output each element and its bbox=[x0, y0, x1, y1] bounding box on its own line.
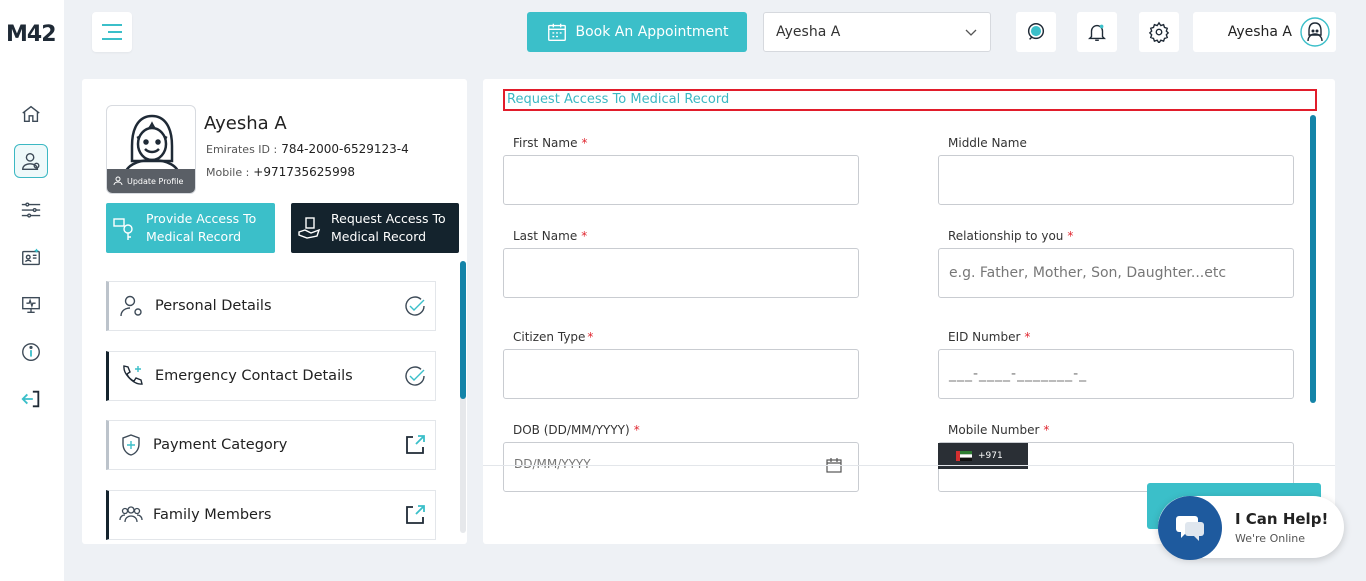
middle-name-label: Middle Name bbox=[948, 136, 1027, 150]
emirates-id-row: Emirates ID :784-2000-6529123-4 bbox=[206, 142, 409, 156]
menu-label: Personal Details bbox=[155, 298, 272, 314]
menu-personal-details[interactable]: Personal Details bbox=[106, 281, 436, 331]
chat-button[interactable] bbox=[1016, 12, 1056, 52]
chevron-down-icon bbox=[965, 29, 977, 36]
menu-family-members[interactable]: Family Members bbox=[106, 490, 436, 540]
family-icon bbox=[119, 506, 143, 523]
external-link-icon bbox=[406, 505, 425, 524]
chat-title: I Can Help! bbox=[1235, 510, 1329, 528]
menu-label: Family Members bbox=[153, 507, 272, 523]
chat-status: We're Online bbox=[1235, 532, 1306, 545]
form-title: Request Access To Medical Record bbox=[503, 89, 1317, 111]
first-name-label: First Name * bbox=[513, 136, 588, 150]
emirates-id-value: 784-2000-6529123-4 bbox=[281, 142, 409, 156]
middle-name-input[interactable] bbox=[938, 155, 1294, 205]
country-code: +971 bbox=[978, 451, 1003, 461]
update-profile-label: Update Profile bbox=[127, 176, 184, 186]
mobile-row: Mobile : +971735625998 bbox=[206, 165, 355, 179]
profile-card: Update Profile Ayesha A Emirates ID :784… bbox=[82, 79, 467, 544]
profile-menu-scrollbar[interactable] bbox=[460, 261, 466, 399]
user-menu[interactable]: Ayesha A bbox=[1193, 12, 1336, 52]
chat-icon bbox=[1027, 23, 1045, 40]
book-appointment-button[interactable]: Book An Appointment bbox=[527, 12, 747, 52]
emirates-id-label: Emirates ID : bbox=[206, 143, 278, 156]
mobile-label: Mobile : bbox=[206, 166, 250, 179]
eid-number-placeholder: ___-____-_______-_ bbox=[949, 366, 1088, 382]
menu-toggle-button[interactable] bbox=[92, 12, 132, 52]
sidebar: M42 bbox=[0, 0, 64, 581]
dob-placeholder: DD/MM/YYYY bbox=[514, 457, 591, 471]
uae-flag-icon bbox=[956, 451, 972, 461]
hand-document-icon bbox=[298, 217, 321, 239]
eid-number-label: EID Number * bbox=[948, 330, 1031, 344]
key-access-icon bbox=[113, 218, 133, 240]
chat-bubble-icon[interactable] bbox=[1158, 496, 1222, 560]
request-access-label: Request Access To Medical Record bbox=[331, 211, 446, 244]
gear-icon bbox=[1148, 21, 1170, 43]
user-profile-icon[interactable] bbox=[14, 144, 48, 178]
book-appointment-label: Book An Appointment bbox=[575, 24, 729, 40]
request-access-button[interactable]: Request Access To Medical Record bbox=[291, 203, 459, 253]
check-circle-icon bbox=[405, 296, 425, 316]
provide-access-label: Provide Access To Medical Record bbox=[146, 211, 257, 244]
relationship-input[interactable]: e.g. Father, Mother, Son, Daughter...etc bbox=[938, 248, 1294, 298]
home-icon[interactable] bbox=[14, 97, 48, 131]
form-scrollbar[interactable] bbox=[1310, 115, 1316, 403]
check-circle-icon bbox=[405, 366, 425, 386]
citizen-type-select[interactable] bbox=[503, 349, 859, 399]
user-icon bbox=[113, 176, 123, 186]
menu-label: Emergency Contact Details bbox=[155, 368, 353, 384]
avatar[interactable]: Update Profile bbox=[106, 105, 196, 194]
form-footer-divider bbox=[483, 465, 1335, 466]
dob-label: DOB (DD/MM/YYYY) * bbox=[513, 423, 640, 437]
update-profile-button[interactable]: Update Profile bbox=[107, 169, 195, 193]
user-avatar-icon bbox=[1300, 17, 1330, 47]
eid-number-input[interactable]: ___-____-_______-_ bbox=[938, 349, 1294, 399]
menu-emergency-contact[interactable]: Emergency Contact Details bbox=[106, 351, 436, 401]
first-name-input[interactable] bbox=[503, 155, 859, 205]
menu-label: Payment Category bbox=[153, 437, 288, 453]
citizen-type-label: Citizen Type * bbox=[513, 330, 594, 344]
info-icon[interactable] bbox=[14, 335, 48, 369]
help-chat-widget[interactable]: I Can Help! We're Online bbox=[1158, 496, 1344, 560]
patient-select[interactable]: Ayesha A bbox=[763, 12, 991, 52]
user-name: Ayesha A bbox=[1227, 24, 1292, 40]
app-logo[interactable]: M42 bbox=[6, 22, 57, 47]
filters-icon[interactable] bbox=[14, 193, 48, 227]
shield-plus-icon bbox=[122, 434, 140, 456]
appointments-icon[interactable] bbox=[14, 241, 48, 275]
last-name-input[interactable] bbox=[503, 248, 859, 298]
patient-select-value: Ayesha A bbox=[776, 24, 841, 40]
monitor-icon[interactable] bbox=[14, 288, 48, 322]
phone-plus-icon bbox=[123, 365, 143, 385]
logout-icon[interactable] bbox=[14, 382, 48, 416]
bell-icon bbox=[1088, 24, 1106, 41]
request-access-form: Request Access To Medical Record First N… bbox=[483, 79, 1335, 544]
user-settings-icon bbox=[120, 295, 142, 317]
notifications-button[interactable] bbox=[1077, 12, 1117, 52]
mobile-number-label: Mobile Number * bbox=[948, 423, 1050, 437]
relationship-placeholder: e.g. Father, Mother, Son, Daughter...etc bbox=[949, 265, 1227, 281]
settings-button[interactable] bbox=[1139, 12, 1179, 52]
relationship-label: Relationship to you * bbox=[948, 229, 1074, 243]
calendar-icon bbox=[547, 23, 566, 41]
last-name-label: Last Name * bbox=[513, 229, 588, 243]
provide-access-button[interactable]: Provide Access To Medical Record bbox=[106, 203, 275, 253]
mobile-value: +971735625998 bbox=[253, 165, 355, 179]
external-link-icon bbox=[406, 435, 425, 454]
menu-payment-category[interactable]: Payment Category bbox=[106, 420, 436, 470]
dob-input[interactable]: DD/MM/YYYY bbox=[503, 442, 859, 492]
profile-name: Ayesha A bbox=[204, 113, 287, 134]
